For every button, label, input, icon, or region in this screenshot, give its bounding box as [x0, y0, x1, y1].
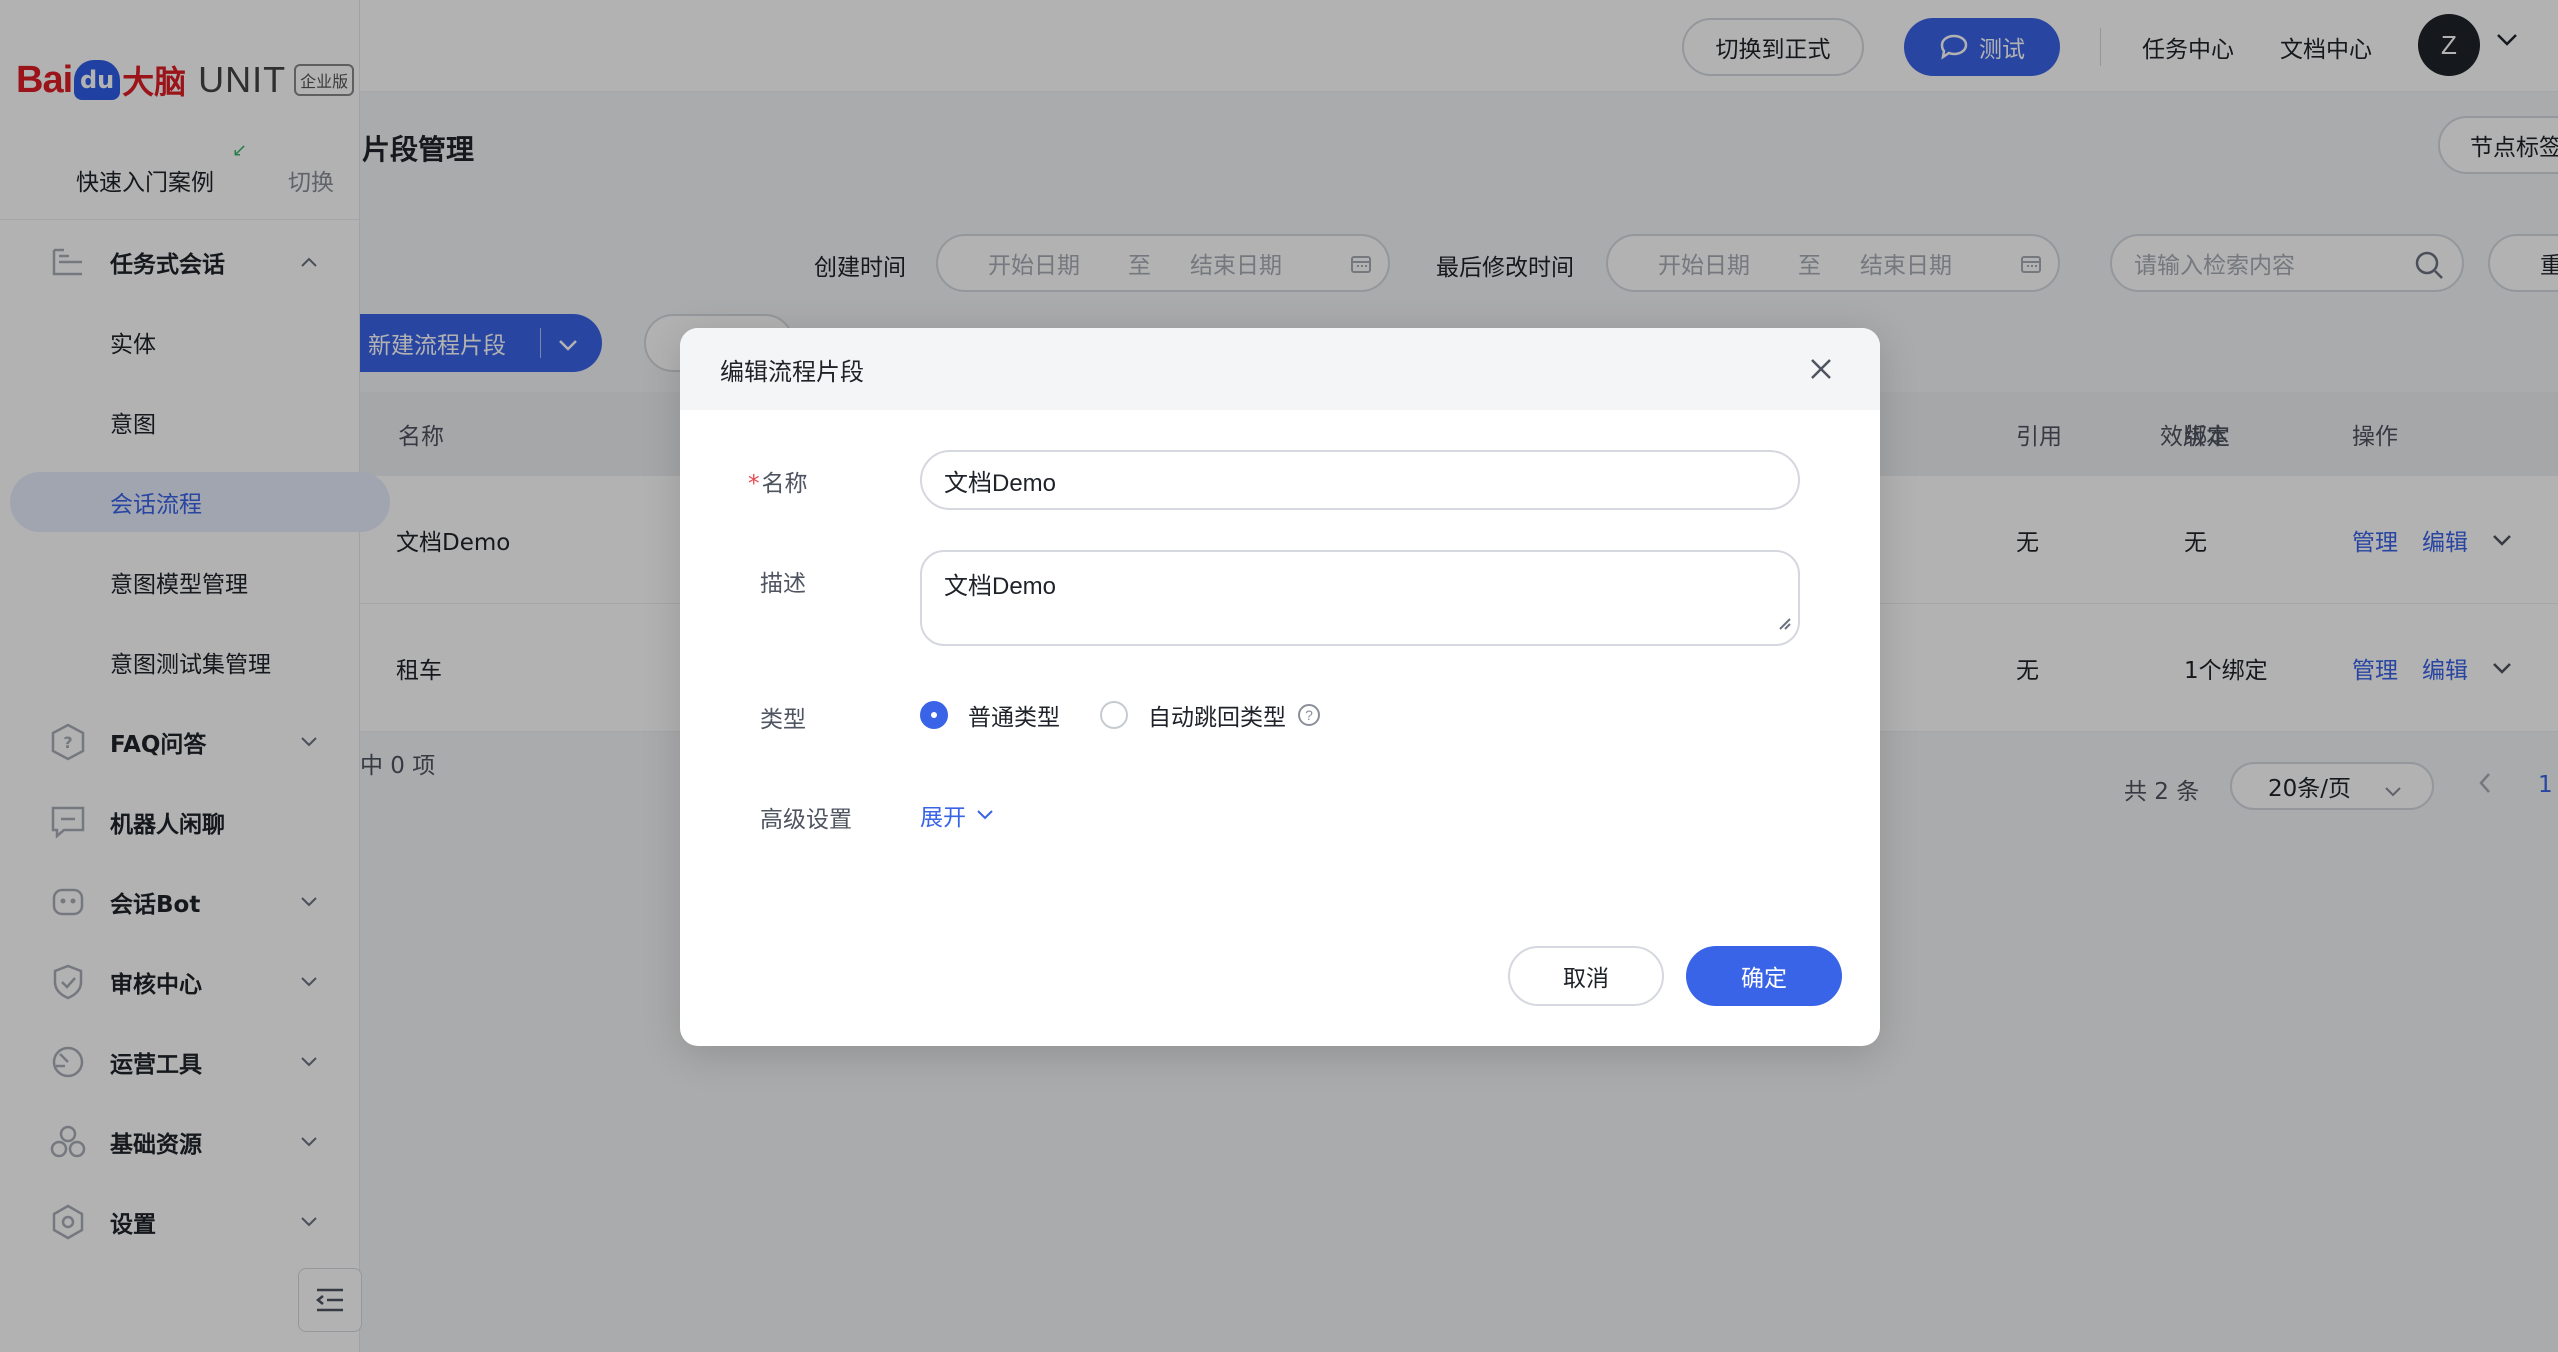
name-label-text: 名称 [761, 471, 808, 497]
expand-advanced-link[interactable]: 展开 [920, 798, 994, 832]
radio-auto-return-type[interactable]: 自动跳回类型 ? [1100, 698, 1320, 732]
resize-grip-icon[interactable] [1776, 610, 1792, 638]
chevron-down-icon [977, 810, 993, 820]
expand-label: 展开 [920, 805, 966, 831]
close-icon[interactable] [1808, 356, 1834, 382]
desc-textarea[interactable]: 文档Demo [920, 550, 1800, 646]
help-question-icon[interactable]: ? [1298, 704, 1320, 726]
edit-flow-segment-dialog: 编辑流程片段 *名称 文档Demo 描述 文档Demo 类型 普通类型 自动跳回… [680, 328, 1880, 1046]
desc-value: 文档Demo [944, 573, 1057, 600]
radio-unchecked-icon [1100, 701, 1128, 729]
confirm-button[interactable]: 确定 [1686, 946, 1842, 1006]
radio-label: 自动跳回类型 [1148, 705, 1286, 731]
cancel-button[interactable]: 取消 [1508, 946, 1664, 1006]
dialog-header: 编辑流程片段 [680, 328, 1880, 410]
radio-checked-icon [920, 701, 948, 729]
name-label: *名称 [748, 464, 808, 498]
app-window: Bai du 大脑 UNIT 企业版 快速入门案例 ↙ 切换 任务式会话 实体 [0, 0, 2558, 1352]
radio-normal-type[interactable]: 普通类型 [920, 698, 1060, 732]
advanced-label: 高级设置 [760, 807, 852, 833]
desc-label: 描述 [760, 571, 806, 597]
required-mark: * [748, 471, 760, 497]
dialog-title: 编辑流程片段 [720, 357, 864, 386]
name-input[interactable]: 文档Demo [920, 450, 1800, 510]
radio-label: 普通类型 [968, 705, 1060, 731]
type-label: 类型 [760, 707, 806, 733]
